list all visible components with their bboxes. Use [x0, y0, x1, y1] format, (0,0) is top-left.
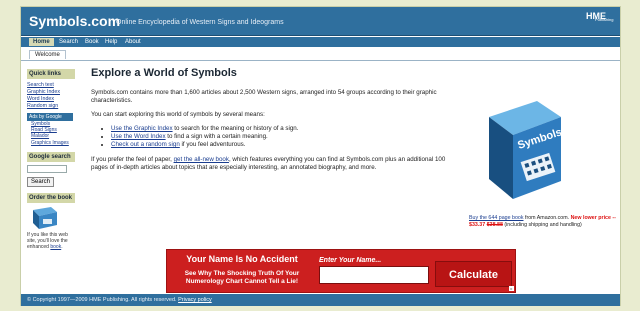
site-footer: © Copyright 1997—2009 HME Publishing. Al…	[21, 294, 620, 306]
paper-paragraph: If you prefer the feel of paper, get the…	[91, 156, 461, 172]
quick-link-random-sign[interactable]: Random sign	[27, 103, 75, 110]
site-logo[interactable]: Symbols.com	[29, 13, 120, 29]
google-search-button[interactable]: Search	[27, 176, 55, 187]
ad-links-list: Symbols Road Signs Malador Graphics Imag…	[27, 121, 75, 146]
numerology-ad-banner[interactable]: Your Name Is No Accident See Why The Sho…	[166, 249, 516, 293]
quick-links-heading: Quick links	[27, 69, 75, 79]
privacy-policy-link[interactable]: Privacy policy	[178, 297, 212, 303]
book-cover-image[interactable]: Symbols	[479, 87, 569, 207]
site-header: Symbols.com Online Encyclopedia of Weste…	[21, 7, 620, 36]
explore-paragraph: You can start exploring this world of sy…	[91, 111, 265, 118]
old-price: $38.88	[486, 221, 503, 228]
order-book-text: If you like this web site, you'll love t…	[27, 231, 68, 250]
page-title: Explore a World of Symbols	[91, 67, 237, 79]
publisher-logo-sub: Publishing	[595, 17, 614, 22]
get-book-link[interactable]: get the all-new book	[174, 156, 229, 163]
subtab-welcome[interactable]: Welcome	[29, 50, 66, 59]
nav-tab-search[interactable]: Search	[55, 38, 82, 46]
caption-end-text: (including shipping and handling)	[502, 221, 582, 228]
ad-input-label: Enter Your Name...	[319, 257, 382, 264]
intro-paragraph: Symbols.com contains more than 1,600 art…	[91, 89, 437, 104]
nav-tab-help[interactable]: Help	[101, 38, 121, 46]
paper-text-start: If you prefer the feel of paper,	[91, 156, 174, 163]
list-item: Check out a random sign if you feel adve…	[111, 141, 461, 149]
list-item-text: if you feel adventurous.	[179, 141, 246, 148]
order-book-link[interactable]: book	[50, 244, 61, 250]
publisher-logo[interactable]: HME Publishing	[586, 11, 613, 31]
nav-tab-book[interactable]: Book	[81, 38, 103, 46]
ad-link-graphics-images[interactable]: Graphics Images	[27, 140, 75, 146]
page: Symbols.com Online Encyclopedia of Weste…	[20, 6, 621, 306]
list-item: Use the Graphic Index to search for the …	[111, 125, 461, 133]
copyright-text: © Copyright 1997—2009 HME Publishing. Al…	[27, 297, 179, 303]
quick-links-list: Search text Graphic Index Word Index Ran…	[27, 82, 75, 110]
google-search-heading: Google search	[27, 151, 75, 162]
order-book-text-body: If you like this web site, you'll love t…	[27, 231, 68, 250]
list-item-text: to search for the meaning or history of …	[172, 125, 299, 132]
mini-book-cover-image[interactable]	[31, 206, 59, 230]
explore-list: Use the Graphic Index to search for the …	[111, 125, 461, 149]
caption-text: from Amazon.com.	[523, 215, 571, 221]
ad-subline: See Why The Shocking Truth Of Your Numer…	[184, 270, 300, 285]
google-search-input[interactable]	[27, 164, 67, 173]
main-content: Explore a World of Symbols Symbols.com c…	[91, 67, 461, 178]
quick-link-graphic-index[interactable]: Graphic Index	[27, 89, 75, 96]
calculate-button[interactable]: Calculate	[435, 261, 512, 287]
nav-tab-about[interactable]: About	[121, 38, 145, 46]
random-sign-link[interactable]: Check out a random sign	[111, 141, 180, 148]
quick-link-search-text[interactable]: Search text	[27, 82, 75, 89]
ads-by-google-label[interactable]: Ads by Google	[27, 113, 73, 121]
ad-name-input[interactable]	[319, 266, 429, 284]
graphic-index-link[interactable]: Use the Graphic Index	[111, 125, 173, 132]
list-item: Use the Word Index to find a sign with a…	[111, 133, 461, 141]
word-index-link[interactable]: Use the Word Index	[111, 133, 166, 140]
order-book-heading: Order the book	[27, 192, 75, 203]
ad-info-icon[interactable]: ▸	[509, 286, 514, 291]
buy-book-link[interactable]: Buy the 644 page book	[469, 215, 524, 221]
main-nav: Home Search Book Help About	[21, 37, 620, 47]
nav-tab-home[interactable]: Home	[29, 38, 54, 46]
book-caption: Buy the 644 page book from Amazon.com. N…	[469, 215, 619, 228]
site-tagline: Online Encyclopedia of Western Signs and…	[116, 19, 284, 26]
sidebar: Quick links Search text Graphic Index Wo…	[27, 69, 75, 250]
ad-headline: Your Name Is No Accident	[186, 254, 298, 264]
list-item-text: to find a sign with a certain meaning.	[165, 133, 268, 140]
sub-nav: Welcome	[21, 47, 620, 61]
quick-link-word-index[interactable]: Word Index	[27, 96, 75, 103]
